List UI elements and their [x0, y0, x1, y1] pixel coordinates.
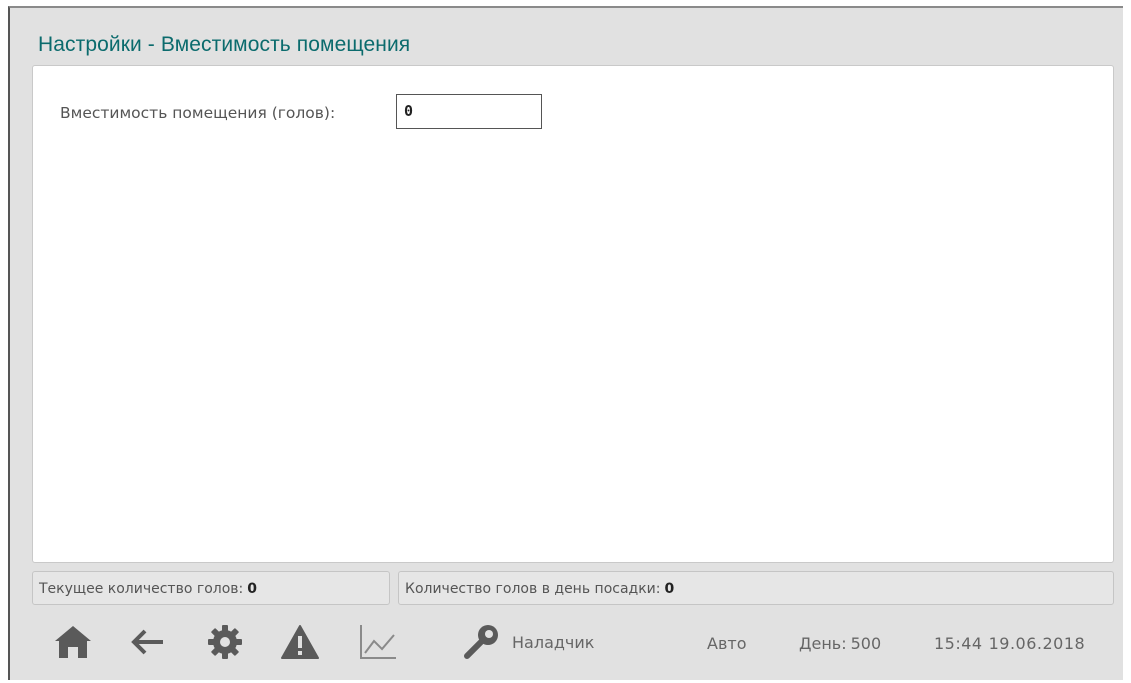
current-heads-value: 0 [247, 581, 257, 597]
home-icon[interactable] [50, 619, 96, 665]
current-heads-label: Текущее количество голов: [39, 581, 244, 597]
back-arrow-icon[interactable] [125, 619, 171, 665]
gear-icon[interactable] [202, 619, 248, 665]
time-value: 15:44 [934, 634, 983, 653]
user-role-label[interactable]: Наладчик [512, 633, 594, 652]
planting-heads-label: Количество голов в день посадки: [405, 581, 661, 597]
day-value: 500 [850, 634, 882, 653]
planting-heads-value: 0 [664, 581, 675, 597]
page-title: Настройки - Вместимость помещения [38, 33, 411, 56]
capacity-label: Вместимость помещения (голов): [60, 104, 336, 122]
day-counter: День: 500 [795, 634, 881, 653]
date-value: 19.06.2018 [988, 634, 1086, 653]
app-screen: Настройки - Вместимость помещения Вмести… [8, 6, 1123, 680]
bottom-toolbar: Наладчик Авто День: 500 15:44 19.06.2018 [32, 611, 1114, 671]
datetime: 15:44 19.06.2018 [934, 634, 1085, 653]
current-heads-status: Текущее количество голов: 0 [32, 571, 390, 605]
key-icon[interactable] [459, 619, 505, 665]
day-label: День: [799, 634, 847, 653]
mode-status: Авто [707, 634, 747, 653]
chart-icon[interactable] [355, 619, 401, 665]
capacity-input[interactable]: 0 [396, 94, 542, 129]
warning-icon[interactable] [277, 619, 323, 665]
settings-panel: Вместимость помещения (голов): 0 [32, 65, 1114, 563]
planting-heads-status: Количество голов в день посадки: 0 [398, 571, 1114, 605]
